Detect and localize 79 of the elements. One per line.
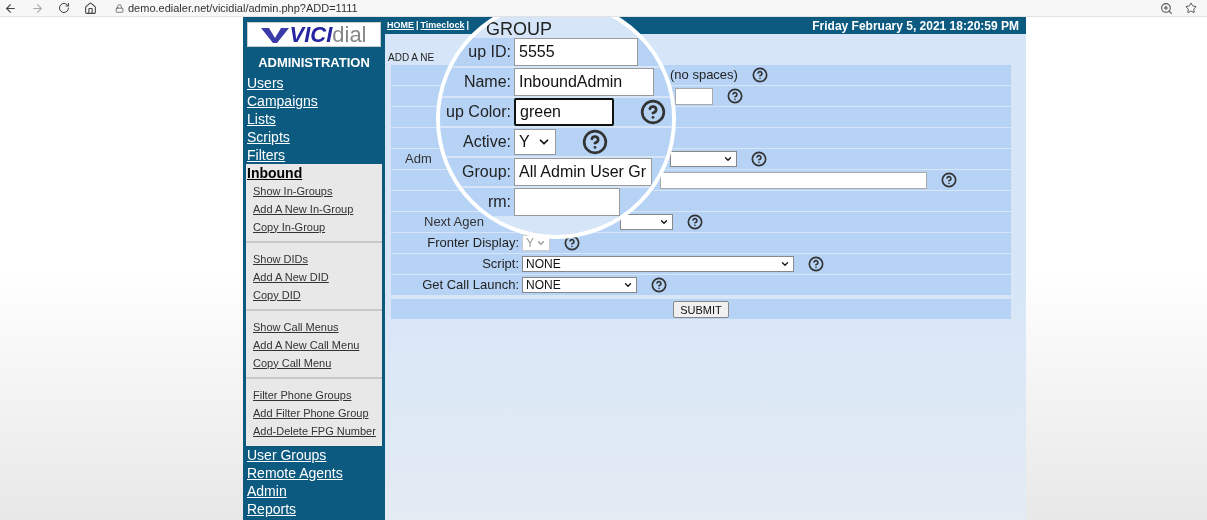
field-label: up Color: bbox=[446, 102, 511, 122]
input-field[interactable] bbox=[514, 188, 620, 216]
input-field[interactable] bbox=[660, 171, 927, 189]
sidebar-link[interactable]: Inbound bbox=[246, 163, 382, 182]
sidebar-link[interactable]: Reports bbox=[247, 499, 381, 518]
field-label: Get Call Launch: bbox=[422, 276, 519, 295]
submenu-link[interactable]: Show DIDs bbox=[253, 249, 382, 268]
sidebar-link[interactable]: Campaigns bbox=[247, 91, 381, 110]
header-link[interactable]: Timeclock bbox=[420, 21, 465, 30]
field-label: Fronter Display: bbox=[427, 234, 519, 253]
submenu-link[interactable]: Add A New In-Group bbox=[253, 199, 382, 218]
help-icon[interactable] bbox=[727, 88, 743, 104]
help-icon[interactable] bbox=[808, 256, 824, 272]
field-label: Group: bbox=[462, 162, 511, 182]
lock-icon bbox=[115, 3, 124, 13]
chevron-icon bbox=[623, 280, 633, 290]
input-field[interactable]: 5555 bbox=[514, 38, 638, 66]
zoom-icon[interactable] bbox=[1160, 1, 1173, 15]
field-label: Script: bbox=[482, 255, 519, 274]
back-icon[interactable] bbox=[4, 1, 17, 15]
chevron-icon bbox=[536, 238, 546, 248]
submenu-link[interactable]: Add-Delete FPG Number bbox=[253, 421, 382, 440]
sidebar-link[interactable]: User Groups bbox=[247, 445, 381, 464]
sidebar-link[interactable]: Admin bbox=[247, 481, 381, 500]
field-label: Active: bbox=[463, 132, 511, 152]
hint-text: (no spaces) bbox=[670, 66, 738, 85]
field-label: Name: bbox=[463, 72, 511, 92]
submenu-link[interactable]: Add A New Call Menu bbox=[253, 335, 382, 354]
home-icon[interactable] bbox=[84, 1, 97, 15]
logo-mark-icon bbox=[261, 25, 290, 44]
date-time: Friday February 5, 2021 18:20:59 PM bbox=[812, 17, 1020, 35]
separator-text: | bbox=[416, 21, 419, 30]
submenu-link[interactable]: Filter Phone Groups bbox=[253, 385, 382, 404]
sidebar-link[interactable]: Remote Agents bbox=[247, 463, 381, 482]
sidebar-title: ADMINISTRATION bbox=[257, 54, 371, 72]
sidebar-link[interactable]: Scripts bbox=[247, 127, 381, 146]
help-icon[interactable] bbox=[564, 235, 580, 251]
submenu-link[interactable]: Show Call Menus bbox=[253, 317, 382, 336]
form-heading: ADD A NE bbox=[388, 50, 435, 65]
header-link[interactable]: HOME bbox=[387, 21, 414, 30]
submenu-link[interactable]: Add A New DID bbox=[253, 267, 382, 286]
chevron-icon bbox=[723, 154, 733, 164]
input-field[interactable] bbox=[675, 87, 713, 105]
help-icon[interactable] bbox=[640, 99, 666, 125]
submit-button[interactable]: SUBMIT bbox=[673, 300, 729, 318]
logo: VICIdial bbox=[247, 22, 381, 47]
help-icon[interactable] bbox=[751, 67, 768, 83]
input-field[interactable]: All Admin User Gr bbox=[514, 158, 652, 186]
input-field[interactable]: green bbox=[514, 98, 614, 126]
select-field[interactable] bbox=[620, 214, 673, 230]
help-icon[interactable] bbox=[751, 151, 767, 167]
field-label: rm: bbox=[487, 192, 511, 212]
chevron-icon bbox=[659, 217, 669, 227]
reload-icon[interactable] bbox=[58, 2, 70, 14]
select-field[interactable]: NONE bbox=[522, 277, 637, 293]
separator-text: | bbox=[466, 21, 469, 30]
submenu-link[interactable]: Copy In-Group bbox=[253, 217, 382, 236]
submenu-link[interactable]: Add Filter Phone Group bbox=[253, 403, 382, 422]
help-icon[interactable] bbox=[687, 214, 703, 230]
address-bar[interactable]: demo.edialer.net/vicidial/admin.php?ADD=1111 bbox=[128, 0, 358, 17]
help-icon[interactable] bbox=[941, 172, 957, 188]
sidebar-link[interactable]: Users bbox=[247, 73, 381, 92]
submenu-link[interactable]: Copy Call Menu bbox=[253, 353, 382, 372]
help-icon[interactable] bbox=[582, 129, 608, 155]
bookmark-star-icon[interactable] bbox=[1185, 1, 1197, 14]
select-field[interactable]: NONE bbox=[522, 256, 794, 272]
select-field[interactable]: Y bbox=[514, 129, 556, 155]
submenu-link[interactable]: Show In-Groups bbox=[253, 181, 382, 200]
field-label: up ID: bbox=[468, 42, 511, 62]
input-field[interactable]: InboundAdmin bbox=[514, 68, 654, 96]
magnified-heading: GROUP bbox=[486, 19, 552, 39]
sidebar-link[interactable]: Filters bbox=[247, 145, 381, 164]
help-icon[interactable] bbox=[651, 277, 667, 293]
select-field[interactable] bbox=[670, 151, 737, 167]
submenu-link[interactable]: Copy DID bbox=[253, 285, 382, 304]
field-label: Next Agen bbox=[424, 213, 484, 232]
chevron-icon bbox=[780, 259, 790, 269]
sidebar-link[interactable]: Lists bbox=[247, 109, 381, 128]
field-label: Adm bbox=[405, 150, 432, 169]
